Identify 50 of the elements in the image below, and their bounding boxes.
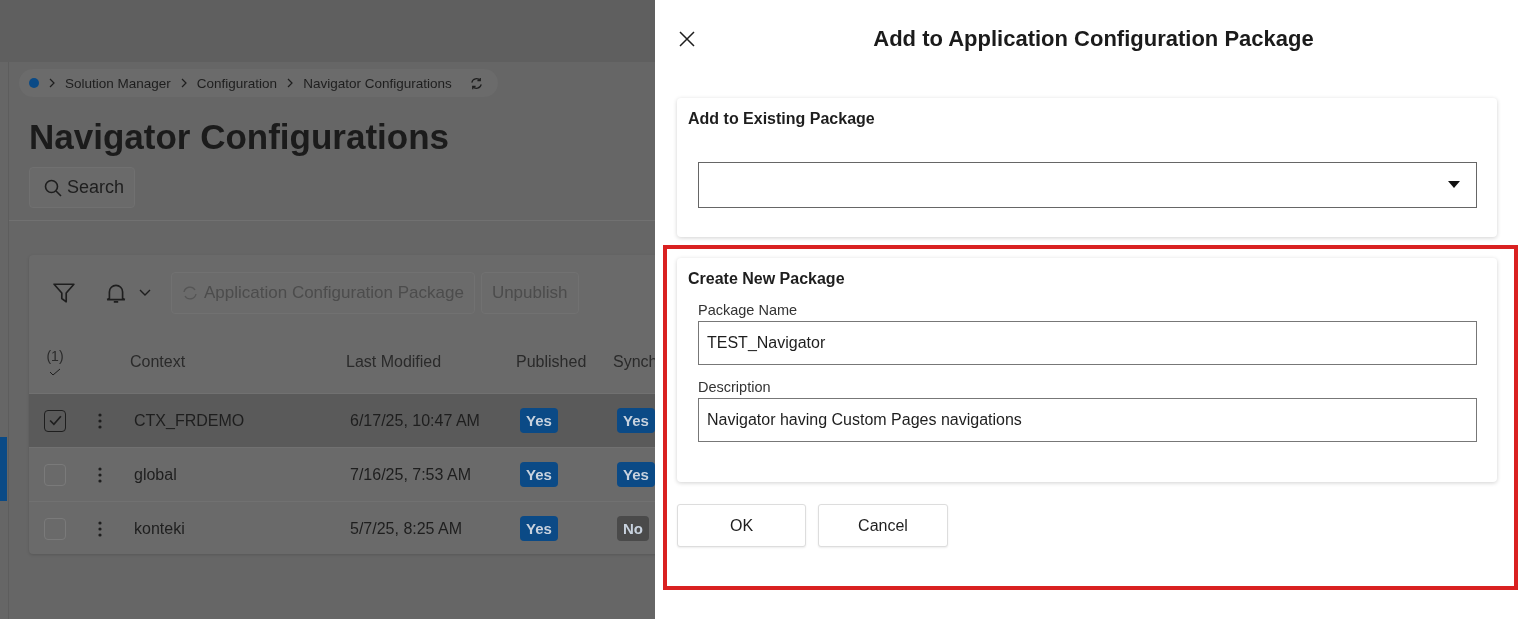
dialog-button[interactable]: OK <box>677 504 806 547</box>
table-cell-text: 6/17/25, 10:47 AM <box>349 411 481 430</box>
refresh-icon[interactable] <box>468 75 484 91</box>
status-badge: Yes <box>520 462 558 487</box>
dialog-button[interactable]: Cancel <box>818 504 948 547</box>
section-title: Add to Existing Package <box>688 110 876 128</box>
breadcrumb-link[interactable]: Configuration <box>196 75 278 91</box>
table-cell-text: konteki <box>133 519 186 538</box>
package-dropdown[interactable] <box>698 162 1477 208</box>
column-header[interactable]: Published <box>516 353 613 371</box>
chevron-right-icon <box>286 78 295 88</box>
filter-icon[interactable] <box>53 282 75 304</box>
table-cell-text: global <box>133 465 178 484</box>
table-cell-text: 5/7/25, 8:25 AM <box>349 519 464 538</box>
checkmark-icon <box>47 413 63 428</box>
column-header[interactable]: Last Modified <box>343 353 516 371</box>
breadcrumb-link[interactable]: Solution Manager <box>65 75 171 91</box>
status-badge: Yes <box>520 408 558 433</box>
nav-indicator <box>0 437 7 501</box>
field-label: Package Name <box>698 302 799 318</box>
close-icon[interactable] <box>679 31 695 47</box>
breadcrumb-link[interactable]: Navigator Configurations <box>303 75 452 91</box>
home-dot-icon[interactable] <box>29 78 39 88</box>
chevron-right-icon <box>48 78 56 88</box>
page-title: Navigator Configurations <box>29 117 451 157</box>
bell-icon[interactable] <box>105 282 127 304</box>
search-icon <box>44 178 62 197</box>
column-header[interactable]: Context <box>127 353 343 371</box>
section-title: Create New Package <box>688 270 846 288</box>
input-field[interactable]: Navigator having Custom Pages navigations <box>698 398 1477 442</box>
caret-down-icon <box>1448 181 1460 188</box>
dialog-title: Add to Application Configuration Package <box>873 26 1315 52</box>
input-field[interactable]: TEST_Navigator <box>698 321 1477 365</box>
status-badge: No <box>617 516 649 541</box>
table-cell-text: 7/16/25, 7:53 AM <box>349 465 472 484</box>
search-button[interactable]: Search <box>29 167 136 208</box>
more-options-icon[interactable] <box>98 466 102 483</box>
field-label: Description <box>698 379 772 395</box>
more-options-icon[interactable] <box>98 520 102 537</box>
status-badge: Yes <box>520 516 558 541</box>
table-row[interactable]: CTX_FRDEMO 6/17/25, 10:47 AM Yes Yes <box>29 393 655 447</box>
row-checkbox[interactable] <box>44 409 66 432</box>
status-badge: Yes <box>617 462 655 487</box>
caret-down-icon[interactable] <box>139 289 151 297</box>
table-cell-text: CTX_FRDEMO <box>133 411 246 430</box>
check-icon <box>49 368 61 376</box>
more-options-icon[interactable] <box>98 412 102 429</box>
selection-count: (1) <box>46 348 64 364</box>
chevron-right-icon <box>179 78 188 88</box>
status-badge: Yes <box>617 408 655 433</box>
